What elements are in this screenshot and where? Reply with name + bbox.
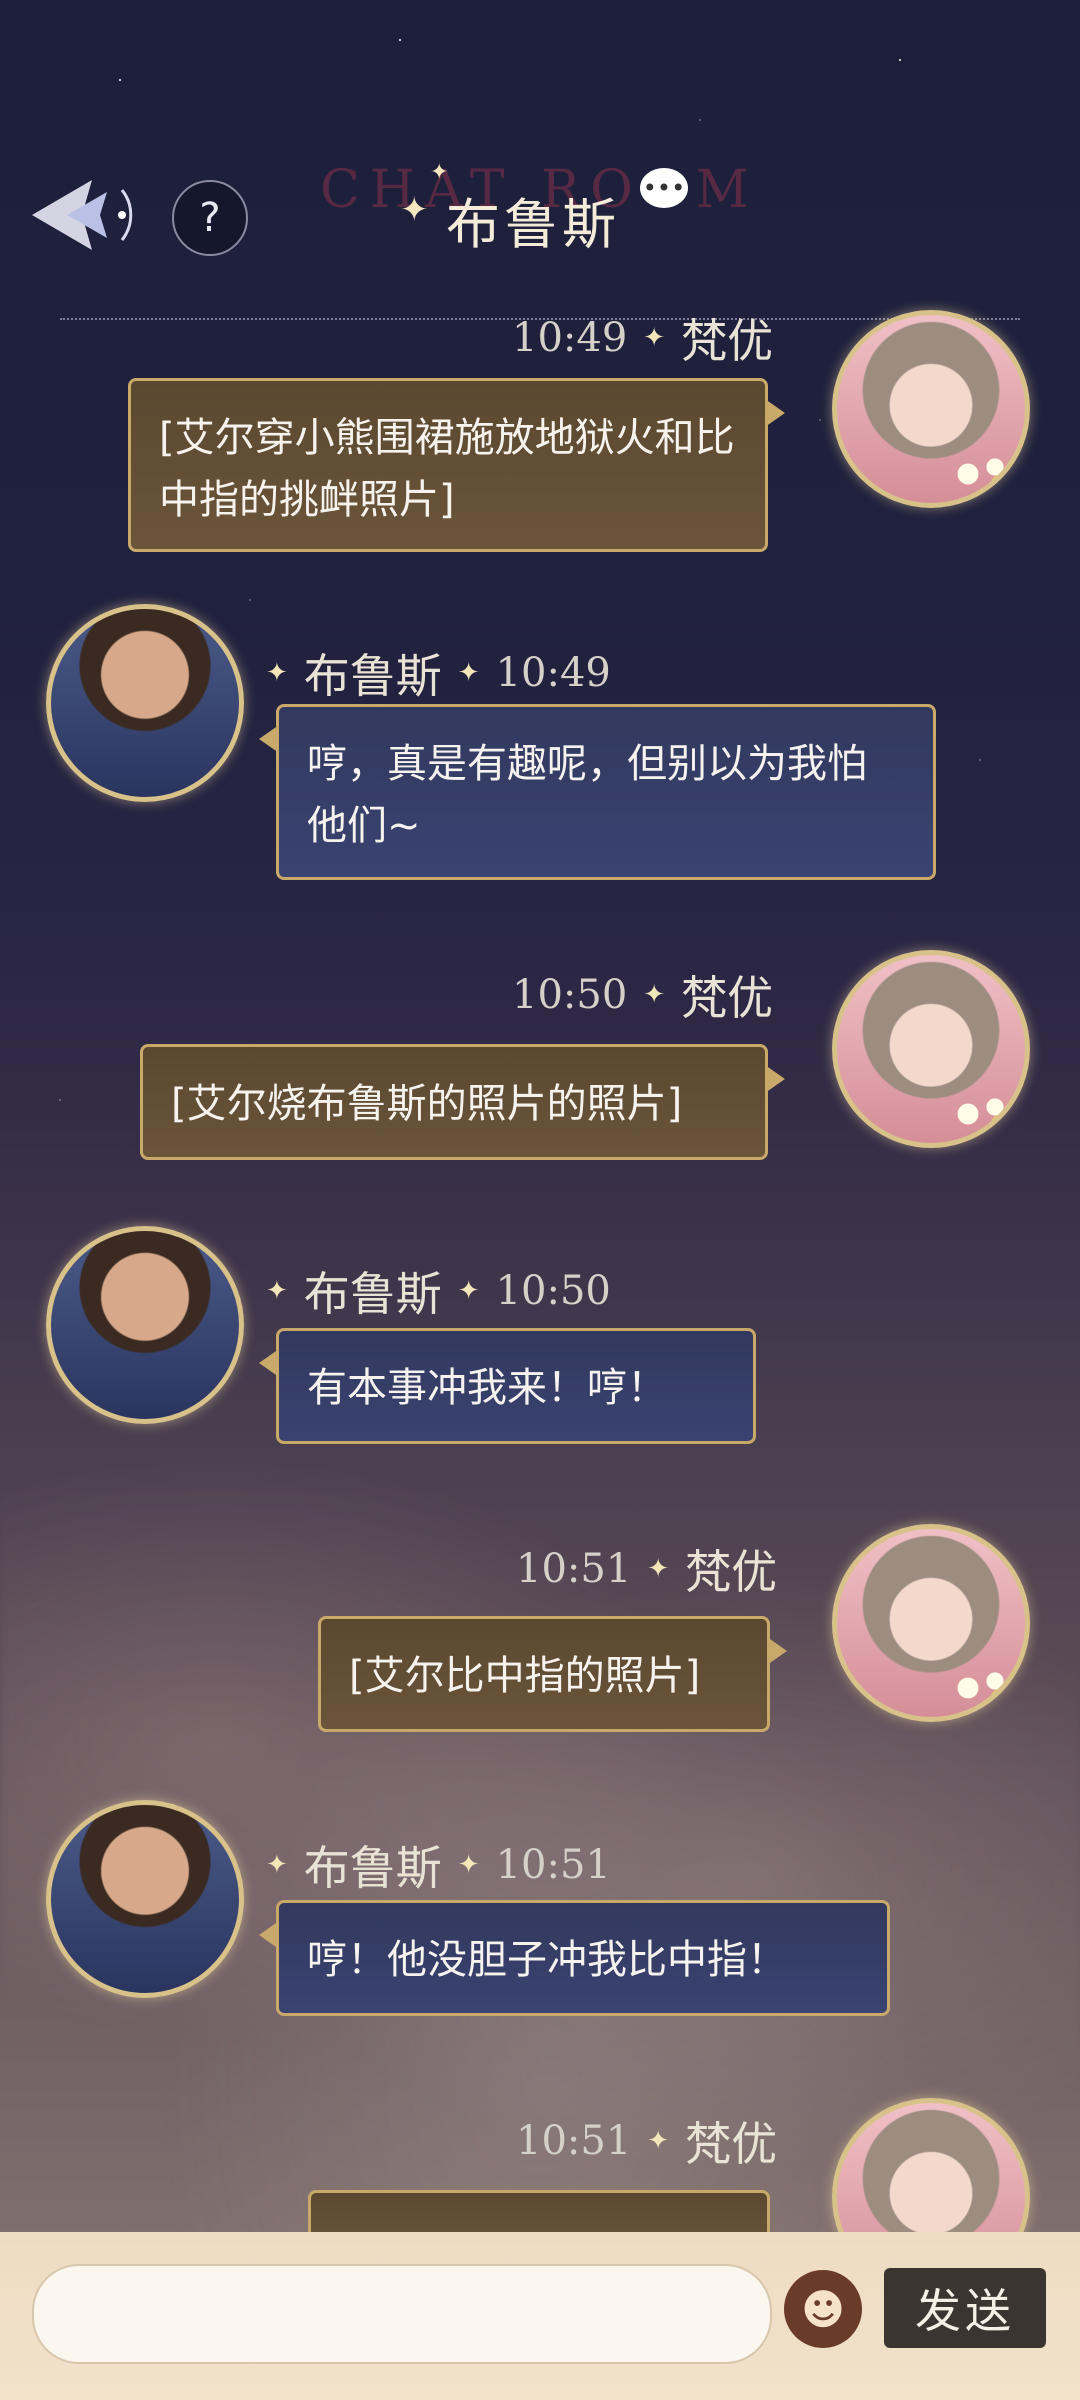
speech-bubble-icon: •••	[640, 168, 688, 208]
message-meta: ✦ 布鲁斯 ✦ 10:51	[266, 1841, 611, 1895]
message-meta: 10:50 ✦ 梵优	[512, 971, 774, 1025]
input-bar: ☻ 发送	[0, 2232, 1080, 2400]
emoji-button[interactable]: ☻	[784, 2270, 862, 2348]
flower-decoration	[941, 1653, 1025, 1717]
sparkle-icon: ✦	[266, 658, 288, 688]
sparkle-icon: ✦	[643, 323, 666, 353]
sparkle-icon: ✦	[457, 1850, 480, 1880]
message-meta: 10:51 ✦ 梵优	[516, 2117, 778, 2171]
sparkle-icon: ✦	[647, 1554, 670, 1584]
message-bubble[interactable]: 哼！他没胆子冲我比中指！	[259, 1900, 890, 2016]
back-button[interactable]	[22, 160, 152, 270]
message-meta: 10:51 ✦ 梵优	[516, 1545, 778, 1599]
message-meta: ✦ 布鲁斯 ✦ 10:50	[266, 1267, 611, 1321]
message-bubble[interactable]: [艾尔比中指的照片]	[318, 1616, 787, 1732]
message-bubble[interactable]: 有本事冲我来！哼！	[259, 1328, 756, 1444]
message-meta: ✦ 布鲁斯 ✦ 10:49	[266, 649, 611, 703]
flower-decoration	[941, 1079, 1025, 1143]
emoji-icon: ☻	[801, 2284, 845, 2334]
message-bubble[interactable]: 哼，真是有趣呢，但别以为我怕他们~	[259, 704, 936, 880]
avatar-fanyou[interactable]	[832, 310, 1030, 508]
help-icon: ?	[199, 195, 221, 241]
message-bubble[interactable]: [艾尔穿小熊围裙施放地狱火和比中指的挑衅照片]	[128, 378, 785, 552]
avatar-bruce[interactable]	[46, 1800, 244, 1998]
sparkle-icon: ✦	[457, 1276, 480, 1306]
avatar-fanyou[interactable]	[832, 950, 1030, 1148]
sparkle-icon: ✦	[643, 980, 666, 1010]
back-arrow-icon	[32, 180, 133, 250]
chat-title: 布鲁斯	[446, 193, 620, 256]
avatar-fanyou[interactable]	[832, 1524, 1030, 1722]
avatar-bruce[interactable]	[46, 1226, 244, 1424]
sparkle-icon: ✦	[457, 658, 480, 688]
send-button[interactable]: 发送	[884, 2268, 1046, 2348]
sparkle-icon: ✦	[266, 1276, 288, 1306]
message-bubble[interactable]: [艾尔烧布鲁斯的照片的照片]	[140, 1044, 785, 1160]
help-button[interactable]: ?	[172, 180, 248, 256]
sparkle-icon: ✦	[400, 190, 429, 230]
sparkle-icon: ✦	[266, 1850, 288, 1880]
chat-header: ? CHAT ROOM ✦ ✦ 布鲁斯 •••	[0, 0, 1080, 320]
flower-decoration	[941, 439, 1025, 503]
message-meta: 10:49 ✦ 梵优	[512, 314, 774, 368]
avatar-bruce[interactable]	[46, 604, 244, 802]
sparkle-icon: ✦	[647, 2126, 670, 2156]
message-input[interactable]	[32, 2264, 772, 2364]
